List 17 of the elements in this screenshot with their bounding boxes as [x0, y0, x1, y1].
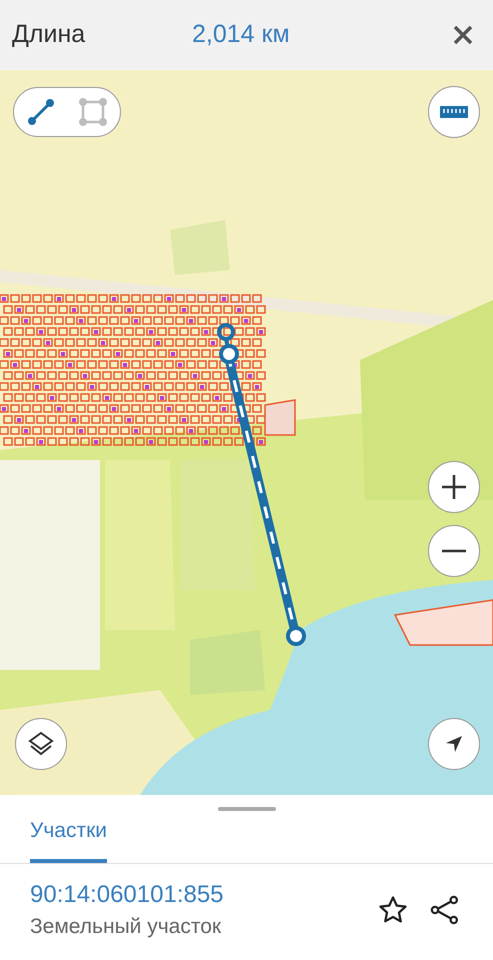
- drag-handle[interactable]: [218, 807, 276, 811]
- line-tool-button[interactable]: [25, 96, 57, 128]
- close-icon: [453, 25, 473, 45]
- distance-value: 2,014 км: [192, 19, 290, 50]
- share-icon: [430, 894, 460, 925]
- parcel-type: Земельный участок: [30, 914, 222, 940]
- ruler-icon: [439, 104, 469, 120]
- line-segment-icon: [26, 97, 56, 127]
- star-icon: [378, 894, 408, 925]
- tab[interactable]: Участки: [30, 815, 107, 862]
- navigation-arrow-icon: [444, 734, 464, 754]
- measure-label: Длина: [12, 19, 86, 50]
- minus-icon: [440, 549, 468, 553]
- layers-icon: [27, 730, 55, 758]
- parcel-number[interactable]: 90:14:060101:855: [30, 880, 224, 910]
- square-nodes-icon: [78, 97, 108, 127]
- plus-icon: [440, 473, 468, 501]
